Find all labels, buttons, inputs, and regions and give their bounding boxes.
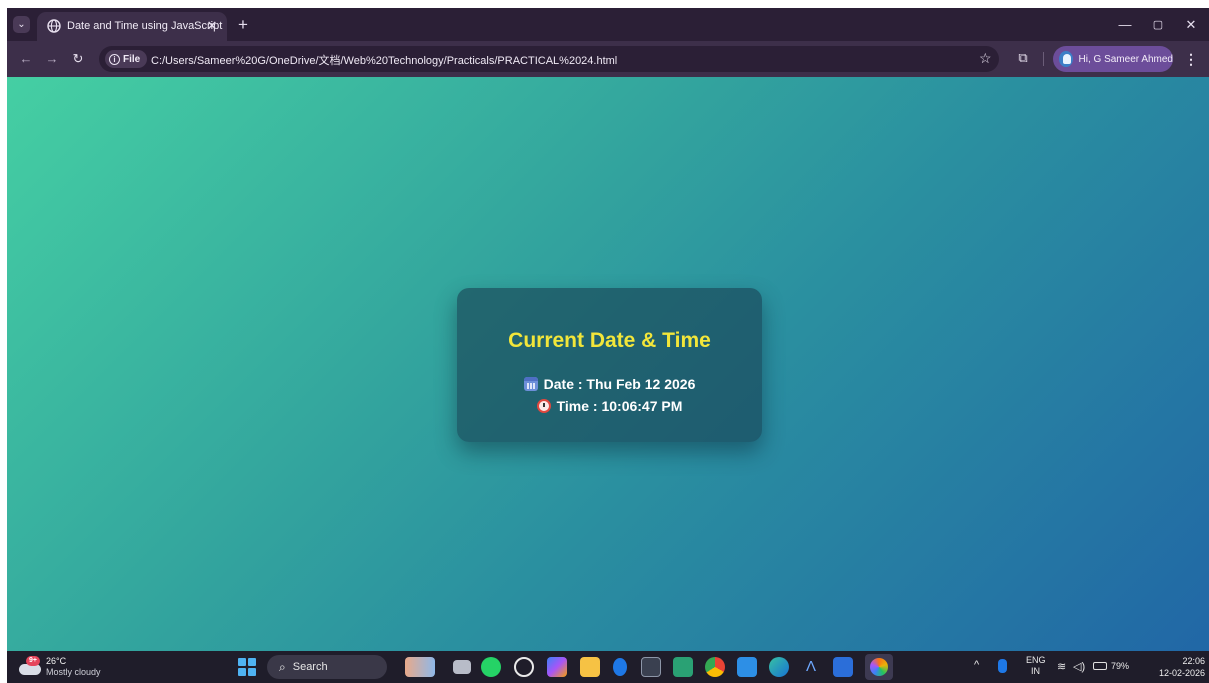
weather-description: Mostly cloudy (46, 667, 101, 677)
toolbar-divider (1043, 52, 1044, 66)
file-label: File (123, 53, 141, 65)
tab-strip: ⌄ Date and Time using JavaScript ✕ + — ▢… (7, 8, 1209, 41)
date-line: Date : Thu Feb 12 2026 (457, 376, 762, 392)
chatgpt-icon[interactable] (514, 657, 534, 677)
profile-button[interactable]: Hi, G Sameer Ahmed (1053, 46, 1173, 72)
page-viewport: Current Date & Time Date : Thu Feb 12 20… (7, 77, 1209, 651)
site-info-chip[interactable]: i File (105, 50, 148, 68)
tab-close-icon[interactable]: ✕ (203, 17, 221, 35)
back-arrow-icon[interactable]: ← (17, 50, 35, 68)
terminal-icon[interactable] (641, 657, 661, 677)
time-line: Time : 10:06:47 PM (457, 398, 762, 414)
taskbar-search[interactable]: ⌕ Search (267, 655, 387, 679)
forward-arrow-icon[interactable]: → (43, 50, 61, 68)
info-icon: i (109, 53, 120, 65)
new-tab-button[interactable]: + (233, 15, 253, 35)
tab-title: Date and Time using JavaScript (67, 20, 223, 32)
calendar-icon (523, 377, 538, 391)
weather-widget[interactable]: 9+ 26°C Mostly cloudy (19, 654, 129, 680)
date-text: Date : Thu Feb 12 2026 (543, 376, 696, 392)
battery-percent: 79% (1111, 661, 1130, 671)
copilot-icon[interactable] (547, 657, 567, 677)
edge-icon[interactable] (769, 657, 789, 677)
window-close-icon[interactable]: ✕ (1180, 14, 1202, 36)
tab-search-chevron-icon[interactable]: ⌄ (13, 16, 30, 33)
time-text: Time : 10:06:47 PM (556, 398, 683, 414)
file-explorer-window-icon[interactable] (453, 660, 471, 674)
datetime-card: Current Date & Time Date : Thu Feb 12 20… (457, 288, 762, 442)
globe-icon (47, 19, 61, 33)
alarm-clock-icon (536, 399, 551, 413)
a-app-icon[interactable]: Λ (801, 657, 821, 677)
color-app-icon[interactable] (865, 654, 893, 680)
windows-start-icon[interactable] (238, 658, 256, 676)
chrome-icon[interactable] (705, 657, 725, 677)
minimize-icon[interactable]: — (1114, 14, 1136, 36)
active-tab[interactable]: Date and Time using JavaScript ✕ (37, 12, 227, 41)
clock-time: 22:06 (1182, 656, 1205, 666)
clock-date: 12-02-2026 (1158, 668, 1205, 678)
restore-icon[interactable]: ▢ (1147, 14, 1169, 36)
browser-toolbar: ← → ↻ i File C:/Users/Sameer%20G/OneDriv… (7, 41, 1209, 77)
search-label: Search (292, 661, 328, 673)
url-text[interactable]: C:/Users/Sameer%20G/OneDrive/文档/Web%20Te… (151, 52, 617, 68)
tray-chevron-icon[interactable]: ^ (974, 659, 979, 671)
bookmark-star-icon[interactable]: ☆ (979, 50, 992, 67)
search-icon: ⌕ (279, 659, 286, 674)
word-icon[interactable] (833, 657, 853, 677)
battery-icon[interactable] (1093, 662, 1107, 670)
vscode-icon[interactable] (737, 657, 757, 677)
wifi-icon[interactable]: ≋ (1057, 660, 1066, 673)
screen: ⌄ Date and Time using JavaScript ✕ + — ▢… (7, 8, 1209, 683)
language-bottom[interactable]: IN (1031, 666, 1040, 676)
folder-icon[interactable] (580, 657, 600, 677)
whatsapp-icon[interactable] (481, 657, 501, 677)
address-bar[interactable]: i File C:/Users/Sameer%20G/OneDrive/文档/W… (99, 46, 999, 72)
language-top[interactable]: ENG (1026, 655, 1046, 665)
weather-badge: 9+ (26, 656, 40, 666)
photos-icon[interactable] (673, 657, 693, 677)
taskbar-clock[interactable]: 22:06 12-02-2026 (1157, 655, 1205, 679)
volume-icon[interactable]: ◁) (1073, 660, 1085, 673)
bluetooth-icon[interactable] (613, 658, 627, 676)
tray-bluetooth-icon[interactable] (998, 659, 1007, 673)
menu-kebab-icon[interactable]: ⋮ (1183, 50, 1199, 68)
avatar (1059, 51, 1073, 67)
extensions-icon[interactable]: ⧉ (1015, 50, 1031, 66)
taskbar: 9+ 26°C Mostly cloudy ⌕ Search Λ ^ ENG I… (7, 651, 1209, 683)
weather-cloud-icon: 9+ (19, 656, 41, 676)
page-title: Current Date & Time (508, 329, 711, 352)
weather-temperature: 26°C (46, 656, 67, 666)
profile-label: Hi, G Sameer Ahmed (1078, 53, 1173, 65)
reload-icon[interactable]: ↻ (69, 50, 87, 68)
people-app-icon[interactable] (405, 657, 435, 677)
